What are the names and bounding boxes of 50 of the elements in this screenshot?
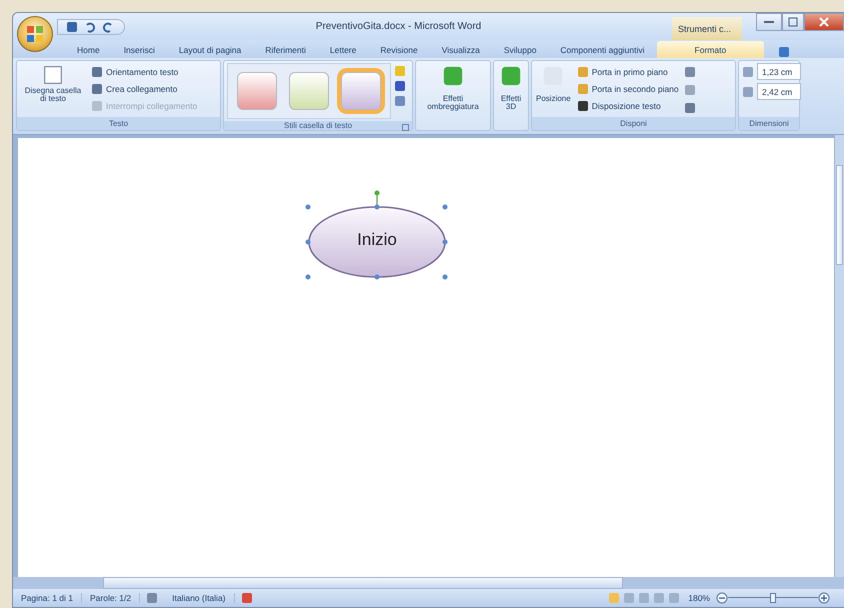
page-count: Pagina: 1 di 1 (13, 593, 82, 603)
window-title: PreventivoGita.docx - Microsoft Word (314, 21, 482, 32)
ribbon-tab[interactable]: Riferimenti (253, 41, 318, 58)
ribbon-tab[interactable]: Componenti aggiuntivi (548, 41, 657, 58)
contextual-tab-title: Strumenti c... (672, 17, 742, 40)
ellipse-shape[interactable] (305, 190, 449, 282)
group-label: Disponi (532, 117, 735, 130)
height-field[interactable]: 1,23 cm (757, 63, 801, 80)
group-label: Dimensioni (739, 117, 799, 130)
ribbon-command[interactable]: Porta in secondo piano (574, 80, 681, 97)
zoom-percentage: 180% (688, 593, 710, 603)
ribbon-tab[interactable]: Lettere (318, 41, 368, 58)
redo-icon (102, 20, 114, 32)
word-count: Parole: 1/2 (82, 593, 140, 603)
close-button[interactable] (804, 13, 844, 31)
launcher-icon[interactable] (402, 124, 409, 131)
ribbon-tab[interactable]: Inserisci (112, 41, 167, 58)
office-logo-icon (25, 24, 45, 44)
zoom-in-icon (818, 592, 830, 604)
ribbon-command[interactable]: Porta in primo piano (574, 63, 681, 80)
shape-text: Inizio (356, 230, 398, 250)
ribbon-command[interactable]: Orientamento testo (89, 63, 200, 80)
zoom-out-icon (716, 592, 728, 604)
vertical-scrollbar[interactable] (834, 135, 844, 577)
undo-icon (84, 20, 96, 32)
close-icon (819, 17, 829, 27)
ribbon-tab[interactable]: Revisione (368, 41, 430, 58)
horizontal-scrollbar[interactable] (13, 577, 844, 589)
text-box-icon (42, 65, 64, 85)
office-button[interactable] (17, 16, 53, 52)
maximize-icon (788, 17, 798, 27)
minimize-button[interactable] (756, 13, 782, 31)
ribbon-command[interactable]: Disposizione testo (574, 97, 681, 114)
style-swatch[interactable] (237, 72, 277, 110)
width-field[interactable]: 2,42 cm (757, 83, 801, 100)
ribbon-tab[interactable]: Formato (656, 41, 764, 58)
position-button[interactable]: Posizione (535, 63, 572, 106)
ribbon-tab[interactable]: Layout di pagina (166, 41, 254, 58)
group-label: Testo (17, 117, 220, 130)
ribbon-tab[interactable]: Visualizza (430, 41, 492, 58)
group-label: Stili casella di testo (224, 121, 412, 130)
minimize-icon (764, 20, 774, 24)
ribbon-command[interactable]: Crea collegamento (89, 80, 200, 97)
zoom-slider[interactable] (728, 593, 818, 603)
style-swatch[interactable] (289, 72, 329, 110)
maximize-button[interactable] (782, 13, 804, 31)
language-status: Italiano (Italia) (164, 593, 234, 603)
ribbon-tab[interactable]: Sviluppo (492, 41, 548, 58)
ribbon-tab[interactable]: Home (65, 41, 112, 58)
draw-text-box-button[interactable]: Disegna casella di testo (20, 63, 86, 106)
